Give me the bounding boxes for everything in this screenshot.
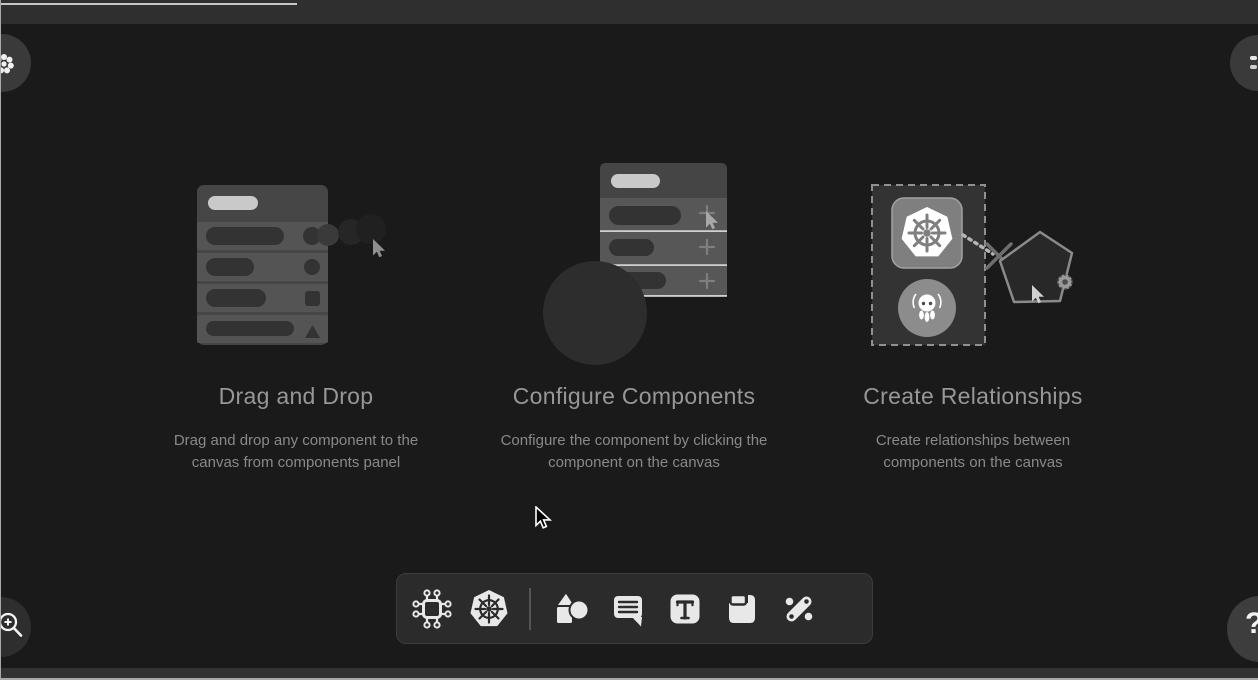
ghost-cursor-icon [373, 239, 385, 257]
zoom-in-icon [0, 610, 29, 644]
note-icon [720, 587, 764, 631]
onboarding-step-configure: Configure Components Configure the compo… [469, 150, 799, 490]
configure-illustration [535, 155, 775, 373]
link-tool-button[interactable] [776, 586, 822, 632]
gear-handle-icon [1058, 275, 1073, 290]
mouse-cursor [534, 506, 554, 532]
flower-spinner-icon [0, 51, 17, 77]
question-mark-icon: ? [1245, 607, 1258, 641]
relationships-illustration [860, 175, 1110, 367]
text-tool-button[interactable] [662, 586, 708, 632]
window-left-border [0, 0, 1, 680]
components-tool-button[interactable] [409, 586, 455, 632]
section-title: Configure Components [469, 383, 799, 410]
section-description: Create relationships between components … [858, 430, 1088, 474]
canvas-node-circle [543, 261, 647, 365]
onboarding-step-relationships: Create Relationships Create relationship… [808, 150, 1138, 490]
shapes-icon [549, 587, 593, 631]
section-description: Configure the component by clicking the … [479, 430, 789, 474]
kubernetes-tool-button[interactable] [466, 586, 512, 632]
loading-progress-line [0, 3, 297, 5]
comment-tool-button[interactable] [605, 586, 651, 632]
circuit-components-icon [410, 587, 454, 631]
text-tool-icon [663, 587, 707, 631]
section-title: Drag and Drop [131, 383, 461, 410]
window-bottom-bar [0, 668, 1258, 678]
drag-drop-illustration [165, 175, 425, 367]
onboarding-step-drag-drop: Drag and Drop Drag and drop any componen… [131, 150, 461, 490]
note-tool-button[interactable] [719, 586, 765, 632]
kubernetes-icon [467, 587, 511, 631]
comment-icon [606, 587, 650, 631]
toolbar-divider [529, 588, 531, 630]
link-relationship-icon [777, 587, 821, 631]
section-description: Drag and drop any component to the canva… [156, 430, 436, 474]
section-title: Create Relationships [808, 383, 1138, 410]
sparkle-icon [1248, 54, 1258, 74]
canvas-dock-toolbar [396, 573, 873, 644]
shapes-tool-button[interactable] [548, 586, 594, 632]
